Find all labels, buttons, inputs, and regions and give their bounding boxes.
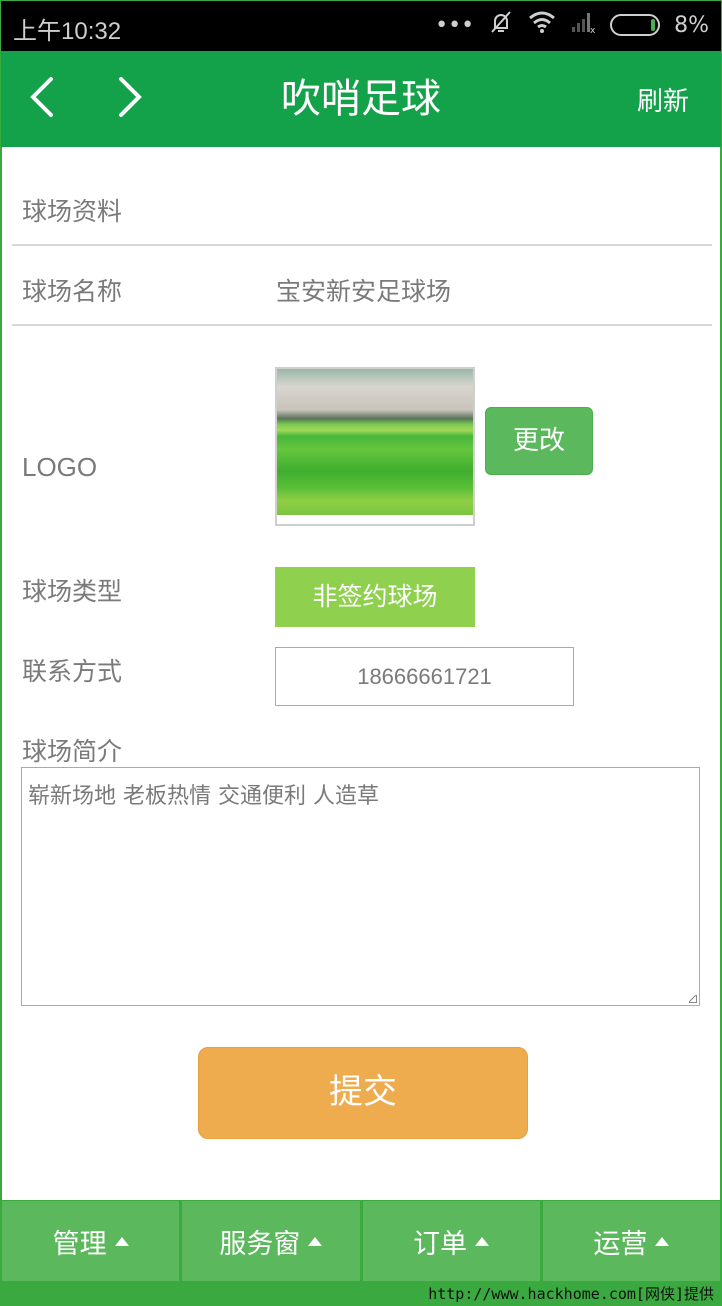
tab-label: 订单	[413, 1228, 468, 1260]
type-label: 球场类型	[22, 577, 123, 606]
app-title: 吹哨足球	[281, 76, 441, 122]
caret-up-icon	[114, 1236, 129, 1246]
watermark: http://www.hackhome.com[网侠]提供	[428, 1285, 714, 1303]
intro-label: 球场简介	[22, 737, 123, 766]
tab-manage[interactable]: 管理	[2, 1201, 180, 1281]
tab-label: 服务窗	[219, 1228, 301, 1260]
svg-text:x: x	[590, 26, 596, 34]
divider	[12, 324, 712, 326]
logo-image	[275, 367, 475, 526]
submit-button[interactable]: 提交	[198, 1047, 528, 1139]
app-bar: 吹哨足球 刷新	[1, 51, 721, 147]
status-icons: ••• x 8%	[435, 9, 709, 41]
tab-label: 管理	[52, 1228, 107, 1260]
bottom-tab-bar: 管理 服务窗 订单 运营	[2, 1201, 720, 1281]
tab-orders[interactable]: 订单	[362, 1201, 540, 1281]
battery-percent: 8%	[674, 12, 709, 38]
wifi-icon	[528, 10, 556, 40]
battery-icon	[610, 14, 661, 36]
section-title: 球场资料	[22, 197, 123, 226]
no-signal-icon: x	[570, 10, 596, 40]
name-value: 宝安新安足球场	[276, 277, 452, 306]
tab-label: 运营	[593, 1228, 648, 1260]
caret-up-icon	[475, 1236, 490, 1246]
resize-grip-icon[interactable]	[689, 995, 697, 1003]
more-dots-icon: •••	[435, 12, 475, 38]
football-field-photo	[277, 369, 473, 515]
caret-up-icon	[308, 1236, 323, 1246]
tab-operations[interactable]: 运营	[542, 1201, 720, 1281]
intro-text: 崭新场地 老板热情 交通便利 人造草	[28, 784, 379, 809]
logo-label: LOGO	[22, 452, 98, 482]
contact-label: 联系方式	[22, 657, 123, 686]
change-logo-button[interactable]: 更改	[485, 407, 593, 475]
intro-textarea[interactable]: 崭新场地 老板热情 交通便利 人造草	[21, 767, 700, 1006]
divider	[12, 244, 712, 246]
phone-screen: 上午10:32 ••• x 8% 吹哨足球 刷新 球场资料 球场名称 宝安新安足…	[0, 0, 722, 1306]
silent-bell-icon	[488, 9, 514, 41]
name-label: 球场名称	[22, 277, 123, 306]
venue-info-form: 球场资料 球场名称 宝安新安足球场 LOGO 更改 球场类型 非签约球场 联系方…	[2, 147, 720, 1200]
tab-service-window[interactable]: 服务窗	[182, 1201, 360, 1281]
status-time: 上午10:32	[13, 18, 122, 45]
status-bar: 上午10:32 ••• x 8%	[1, 1, 721, 51]
contact-phone-input[interactable]: 18666661721	[275, 647, 574, 706]
venue-type-badge[interactable]: 非签约球场	[275, 567, 475, 627]
caret-up-icon	[655, 1236, 670, 1246]
refresh-button[interactable]: 刷新	[637, 81, 689, 118]
